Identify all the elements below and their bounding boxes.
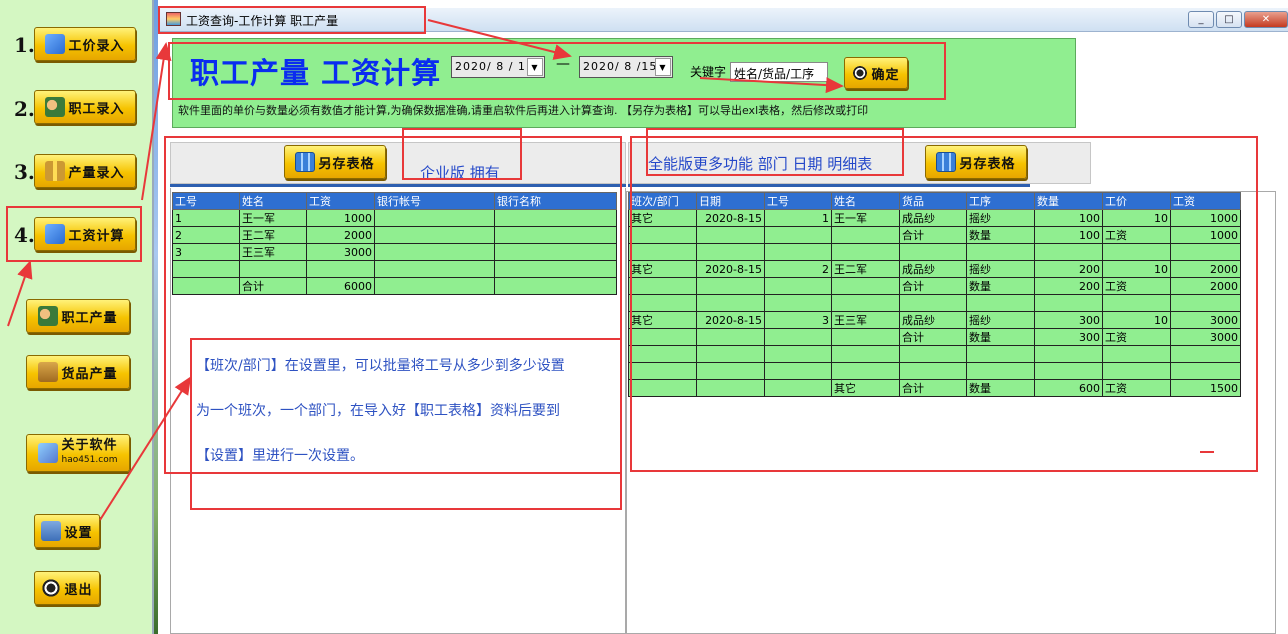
arrow [699, 77, 844, 94]
arrow [427, 19, 572, 60]
annotation-arrows [7, 19, 844, 521]
arrow [141, 42, 172, 201]
arrow [7, 260, 33, 327]
arrow [99, 376, 192, 521]
